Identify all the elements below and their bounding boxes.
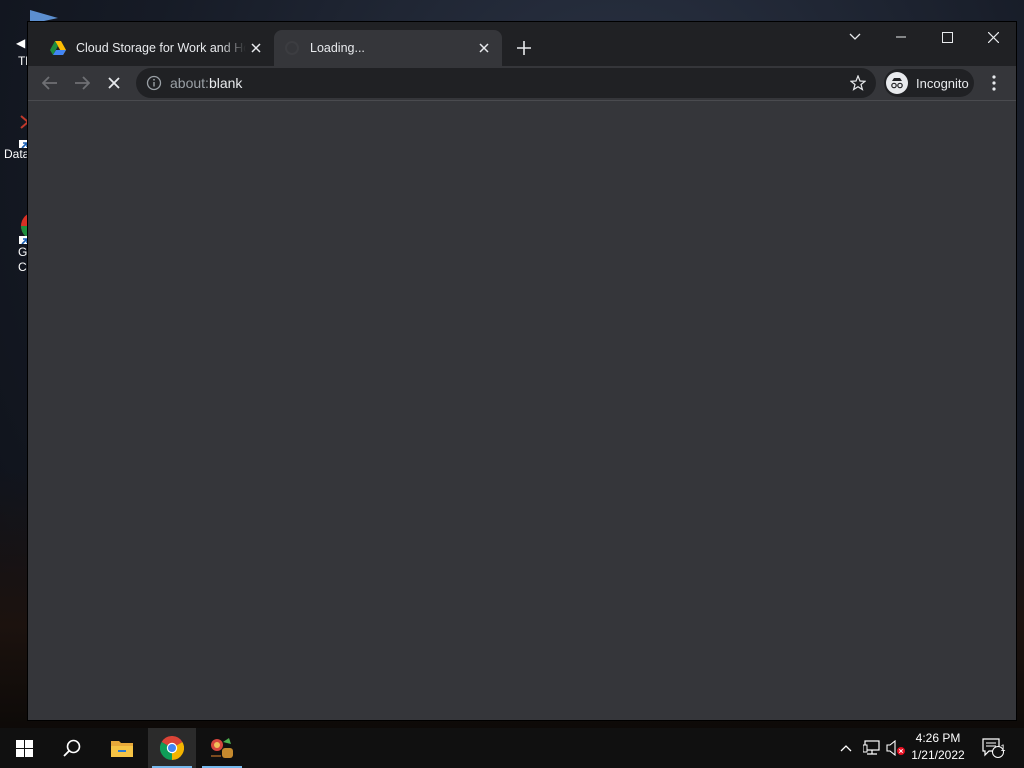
maximize-icon xyxy=(941,31,953,43)
tab-search-icon xyxy=(849,33,861,40)
plus-icon xyxy=(517,41,531,55)
taskbar-file-explorer[interactable] xyxy=(98,728,146,768)
tab-close-button[interactable] xyxy=(474,38,494,58)
minimize-button[interactable] xyxy=(878,22,924,52)
action-center-button[interactable]: 1 xyxy=(978,728,1008,768)
system-clock[interactable]: 4:26 PM 1/21/2022 xyxy=(906,730,970,766)
address-bar[interactable]: about:blank xyxy=(136,68,876,98)
clock-time: 4:26 PM xyxy=(915,731,961,745)
network-icon xyxy=(863,740,880,755)
close-icon xyxy=(251,43,261,53)
taskbar-app[interactable] xyxy=(198,728,246,768)
incognito-profile-button[interactable]: Incognito xyxy=(884,69,974,97)
chrome-icon xyxy=(160,736,184,760)
tab-close-button[interactable] xyxy=(246,38,266,58)
tab-search-button[interactable] xyxy=(832,22,878,52)
browser-menu-button[interactable] xyxy=(982,69,1006,97)
incognito-icon xyxy=(886,72,908,94)
taskbar-chrome[interactable] xyxy=(148,728,196,768)
page-content[interactable] xyxy=(28,100,1016,720)
url-host: blank xyxy=(208,75,243,91)
back-button[interactable] xyxy=(36,69,64,97)
bookmark-star-icon[interactable] xyxy=(850,75,866,91)
close-icon xyxy=(987,31,999,43)
browser-window: Cloud Storage for Work and Home Loading.… xyxy=(28,22,1016,720)
maximize-button[interactable] xyxy=(924,22,970,52)
notification-count: 1 xyxy=(1000,743,1006,753)
info-icon[interactable] xyxy=(146,75,162,91)
url-text[interactable]: about:blank xyxy=(170,75,242,91)
tab-cloud-storage[interactable]: Cloud Storage for Work and Home xyxy=(40,30,274,66)
new-tab-button[interactable] xyxy=(512,36,536,60)
url-scheme: about: xyxy=(170,75,209,91)
minimize-icon xyxy=(896,36,906,38)
tray-network[interactable] xyxy=(860,728,884,768)
tray-overflow-button[interactable] xyxy=(836,728,856,768)
volume-muted-icon xyxy=(886,740,905,756)
tab-strip: Cloud Storage for Work and Home Loading.… xyxy=(28,22,1016,66)
tray-volume[interactable] xyxy=(884,728,908,768)
chevron-up-icon xyxy=(840,745,852,752)
stop-button[interactable] xyxy=(100,69,128,97)
loading-spinner-icon xyxy=(285,41,299,55)
forward-button[interactable] xyxy=(68,69,96,97)
incognito-label: Incognito xyxy=(916,75,969,91)
file-explorer-icon xyxy=(111,741,133,757)
arrow-left-icon xyxy=(42,76,57,90)
app-icon xyxy=(211,738,233,758)
start-button[interactable] xyxy=(0,728,48,768)
tab-title: Loading... xyxy=(310,41,365,55)
search-icon xyxy=(63,739,81,757)
tab-title: Cloud Storage for Work and Home xyxy=(76,41,246,55)
toolbar: about:blank Incognito xyxy=(28,66,1016,100)
windows-start-icon xyxy=(15,739,33,757)
google-drive-icon xyxy=(50,41,66,55)
close-icon xyxy=(479,43,489,53)
taskbar-search-button[interactable] xyxy=(48,728,96,768)
stop-x-icon xyxy=(108,77,120,89)
taskbar: 4:26 PM 1/21/2022 1 xyxy=(0,728,1024,768)
kebab-menu-icon xyxy=(992,75,996,91)
close-window-button[interactable] xyxy=(970,22,1016,52)
tab-loading[interactable]: Loading... xyxy=(274,30,502,66)
arrow-right-icon xyxy=(75,76,90,90)
clock-date: 1/21/2022 xyxy=(911,748,965,762)
